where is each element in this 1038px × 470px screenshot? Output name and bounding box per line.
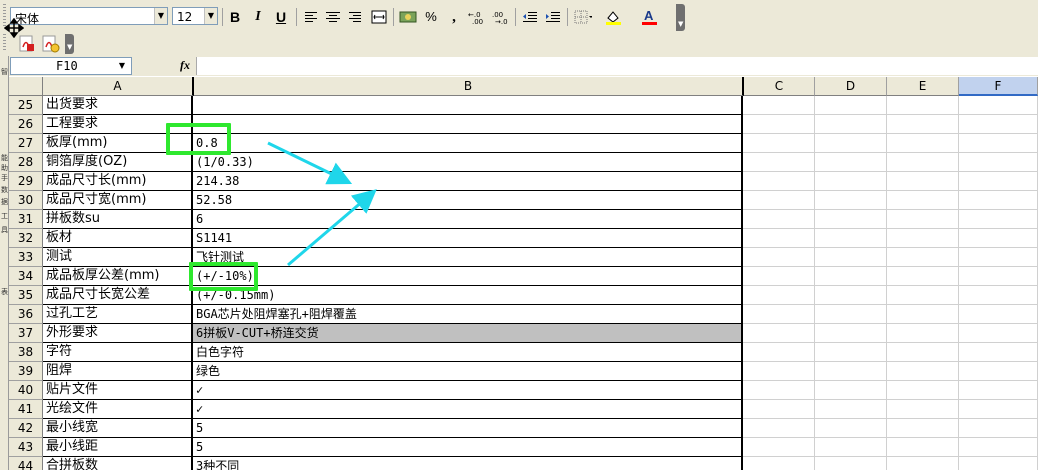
svg-text:A: A — [644, 8, 654, 23]
borders-icon[interactable] — [572, 8, 592, 26]
pane-label-char: 表 — [1, 288, 8, 296]
currency-icon[interactable] — [398, 8, 418, 26]
chevron-down-icon[interactable]: ▼ — [204, 8, 217, 24]
pane-label-char: 具 — [1, 226, 8, 234]
align-right-icon[interactable] — [345, 8, 365, 26]
pane-label-char: 智 — [1, 68, 8, 76]
formula-bar: F10 ▼ fx — [0, 56, 1038, 76]
task-pane-strip[interactable]: 智 能 助 手 数 据 工 具 表 — [0, 56, 9, 470]
comma-style-button[interactable]: , — [444, 8, 464, 26]
increase-decimal-icon[interactable]: ←.0.00 — [466, 8, 486, 26]
pane-label-char: 助 — [1, 164, 8, 172]
annotation-arrows — [267, 141, 377, 267]
align-center-icon[interactable] — [323, 8, 343, 26]
font-color-icon[interactable]: A — [639, 8, 659, 26]
font-size-value: 12 — [177, 10, 193, 24]
toolbar-separator — [296, 8, 297, 26]
toolbar-options-icon[interactable]: ▼ — [65, 34, 74, 54]
svg-text:→.0: →.0 — [495, 18, 508, 26]
toolbar-separator — [393, 8, 394, 26]
pdf-toolbar: ▼ — [0, 32, 1038, 56]
decrease-decimal-icon[interactable]: .00→.0 — [490, 8, 510, 26]
percent-button[interactable]: % — [421, 8, 441, 26]
font-name-combo[interactable]: 宋体 ▼ — [10, 7, 168, 26]
name-box-value: F10 — [56, 59, 78, 73]
formatting-toolbar: 宋体 ▼ 12 ▼ B I U % , ←.0.00 .00 →.0 A ▼ — [0, 0, 1038, 32]
formula-input[interactable] — [196, 57, 1038, 75]
underline-button[interactable]: U — [271, 8, 291, 26]
fill-color-swatch — [606, 22, 621, 25]
toolbar-separator — [515, 8, 516, 26]
move-cursor-icon — [4, 18, 24, 38]
toolbar-separator — [222, 8, 223, 26]
chevron-down-icon[interactable]: ▼ — [119, 61, 125, 70]
fill-color-icon[interactable] — [603, 8, 623, 26]
align-left-icon[interactable] — [301, 8, 321, 26]
arrow-icon — [267, 141, 353, 185]
chevron-down-icon[interactable]: ▼ — [154, 8, 167, 24]
font-size-combo[interactable]: 12 ▼ — [172, 7, 218, 25]
pane-label-char: 数 — [1, 186, 8, 194]
pane-label-char: 手 — [1, 174, 8, 182]
spreadsheet-grid[interactable]: A B C D E F 25 出货要求 26 工程要求 27 板厚(mm) 0.8 28 铜箔厚… — [9, 77, 1038, 470]
italic-button[interactable]: I — [248, 8, 268, 26]
toolbar-options-icon[interactable]: ▼ — [676, 4, 685, 31]
pane-label-char: 能 — [1, 154, 8, 162]
pdf-settings-icon[interactable] — [40, 35, 62, 53]
pane-label-char: 工 — [1, 212, 8, 220]
svg-text:.00: .00 — [472, 18, 483, 26]
bold-button[interactable]: B — [225, 8, 245, 26]
increase-indent-icon[interactable] — [543, 8, 563, 26]
name-box[interactable]: F10 ▼ — [10, 57, 132, 75]
toolbar-separator — [567, 8, 568, 26]
decrease-indent-icon[interactable] — [520, 8, 540, 26]
fx-icon[interactable]: fx — [180, 58, 190, 73]
merge-center-icon[interactable] — [369, 8, 389, 26]
pane-label-char: 据 — [1, 198, 8, 206]
arrow-icon — [287, 189, 377, 267]
